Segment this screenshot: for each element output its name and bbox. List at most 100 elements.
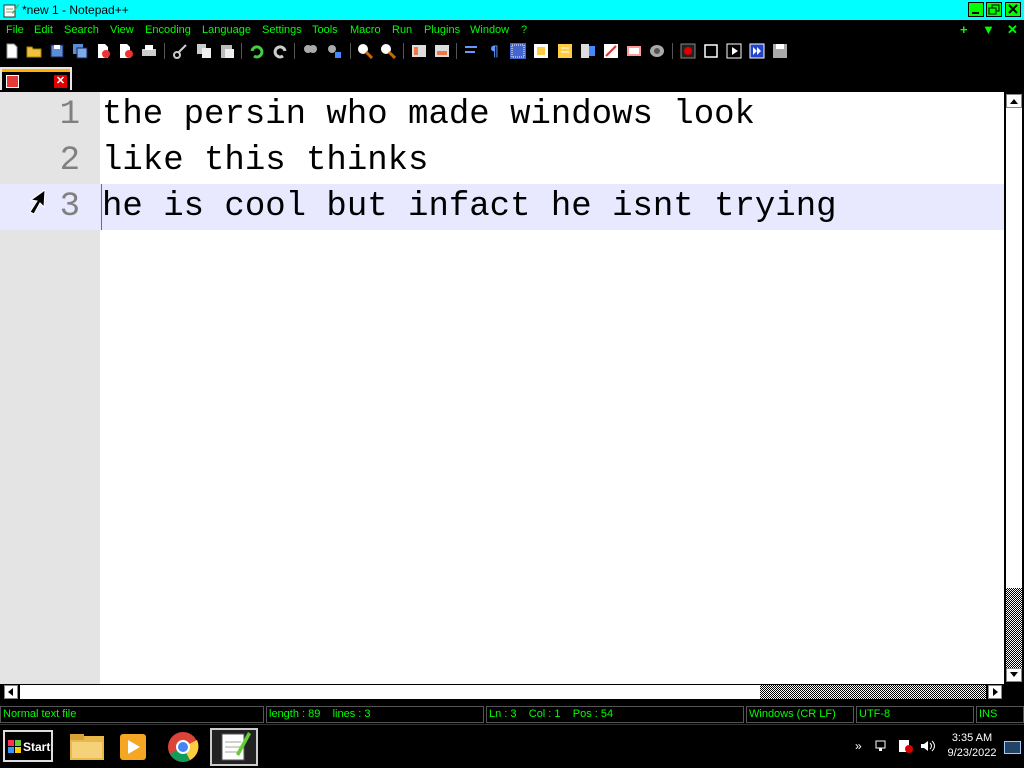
menu-file[interactable]: File xyxy=(6,24,24,36)
menu-window[interactable]: Window xyxy=(470,24,509,36)
scroll-right-button[interactable] xyxy=(988,685,1002,699)
save-all-icon[interactable] xyxy=(72,43,88,59)
show-all-chars-icon[interactable]: ¶ xyxy=(487,43,503,59)
toolbar-separator xyxy=(294,43,295,59)
editor-line-current[interactable]: 3 he is cool but infact he isnt trying xyxy=(0,184,1004,230)
menu-help[interactable]: ? xyxy=(521,24,527,36)
window-title: *new 1 - Notepad++ xyxy=(22,3,129,17)
vertical-scrollbar[interactable] xyxy=(1004,92,1024,684)
line-number: 1 xyxy=(59,96,80,134)
menu-language[interactable]: Language xyxy=(202,24,251,36)
tab-list-dropdown[interactable]: ▼ xyxy=(982,22,995,37)
text-caret xyxy=(101,184,102,230)
action-center-icon[interactable] xyxy=(898,739,914,753)
zoom-out-icon[interactable] xyxy=(380,43,396,59)
scroll-thumb[interactable] xyxy=(1006,588,1022,668)
status-encoding[interactable]: UTF-8 xyxy=(856,706,974,723)
tray-expand-button[interactable]: » xyxy=(855,739,862,753)
zoom-in-icon[interactable] xyxy=(357,43,373,59)
show-desktop-button[interactable] xyxy=(1004,741,1021,754)
chrome-icon[interactable] xyxy=(160,728,206,766)
status-eol[interactable]: Windows (CR LF) xyxy=(746,706,854,723)
menu-edit[interactable]: Edit xyxy=(34,24,53,36)
sync-horizontal-icon[interactable] xyxy=(434,43,450,59)
status-insert-mode[interactable]: INS xyxy=(976,706,1024,723)
copy-icon[interactable] xyxy=(196,43,212,59)
word-wrap-icon[interactable] xyxy=(464,43,480,59)
open-file-icon[interactable] xyxy=(26,43,42,59)
sync-vertical-icon[interactable] xyxy=(411,43,427,59)
tab-close-icon[interactable]: ✕ xyxy=(54,75,67,88)
menu-tools[interactable]: Tools xyxy=(312,24,338,36)
menu-encoding[interactable]: Encoding xyxy=(145,24,191,36)
minimize-icon xyxy=(972,12,979,14)
editor-line[interactable]: 2 like this thinks xyxy=(0,138,1004,184)
notepad-plus-plus-icon xyxy=(3,4,19,18)
media-player-icon[interactable] xyxy=(110,728,156,766)
find-icon[interactable] xyxy=(302,43,318,59)
indent-guide-icon[interactable] xyxy=(510,43,526,59)
line-text[interactable]: he is cool but infact he isnt trying xyxy=(102,184,837,230)
record-macro-icon[interactable] xyxy=(680,43,696,59)
file-explorer-icon[interactable] xyxy=(64,728,110,766)
close-window-button[interactable] xyxy=(1005,2,1021,17)
language-icon[interactable] xyxy=(533,43,549,59)
line-text[interactable]: the persin who made windows look xyxy=(102,92,755,138)
system-clock[interactable]: 3:35 AM 9/23/2022 xyxy=(940,731,1004,761)
menu-view[interactable]: View xyxy=(110,24,134,36)
menu-run[interactable]: Run xyxy=(392,24,412,36)
save-icon[interactable] xyxy=(49,43,65,59)
close-document-button[interactable]: ✕ xyxy=(1007,22,1018,38)
arrow-left-icon xyxy=(8,688,13,696)
add-tab-button[interactable]: + xyxy=(960,22,968,37)
tab-bar: ✕ xyxy=(0,64,1024,90)
notepad-plus-plus-task[interactable] xyxy=(210,728,258,766)
menu-search[interactable]: Search xyxy=(64,24,99,36)
menu-macro[interactable]: Macro xyxy=(350,24,381,36)
title-bar: *new 1 - Notepad++ xyxy=(0,0,1024,20)
close-icon xyxy=(1008,4,1018,14)
close-file-icon[interactable] xyxy=(95,43,111,59)
print-icon[interactable] xyxy=(141,43,157,59)
play-macro-icon[interactable] xyxy=(726,43,742,59)
restore-icon xyxy=(988,4,1000,15)
paste-icon[interactable] xyxy=(219,43,235,59)
tab-new-1[interactable]: ✕ xyxy=(0,67,72,90)
horizontal-scrollbar[interactable] xyxy=(0,684,1004,700)
arrow-down-icon xyxy=(1010,672,1018,677)
volume-icon[interactable] xyxy=(920,739,936,753)
monitoring-icon[interactable] xyxy=(649,43,665,59)
scroll-thumb[interactable] xyxy=(760,685,986,699)
stop-macro-icon[interactable] xyxy=(703,43,719,59)
minimize-button[interactable] xyxy=(968,2,984,17)
line-text[interactable]: like this thinks xyxy=(102,138,428,184)
doc-list-icon[interactable] xyxy=(626,43,642,59)
editor-line[interactable]: 1 the persin who made windows look xyxy=(0,92,1004,138)
editor-area[interactable]: 1 the persin who made windows look 2 lik… xyxy=(0,92,1004,684)
scroll-up-button[interactable] xyxy=(1006,94,1022,108)
save-macro-icon[interactable] xyxy=(772,43,788,59)
run-macro-multiple-icon[interactable] xyxy=(749,43,765,59)
menu-plugins[interactable]: Plugins xyxy=(424,24,460,36)
folder-as-workspace-icon[interactable] xyxy=(580,43,596,59)
clock-date: 9/23/2022 xyxy=(947,747,997,759)
scroll-track[interactable] xyxy=(20,685,986,699)
clock-time: 3:35 AM xyxy=(951,732,993,744)
redo-icon[interactable] xyxy=(272,43,288,59)
doc-map-icon[interactable] xyxy=(603,43,619,59)
menu-settings[interactable]: Settings xyxy=(262,24,302,36)
scroll-left-button[interactable] xyxy=(4,685,18,699)
restore-button[interactable] xyxy=(986,2,1002,17)
scroll-down-button[interactable] xyxy=(1006,668,1022,682)
scroll-track[interactable] xyxy=(1006,108,1022,668)
toolbar-separator xyxy=(164,43,165,59)
close-all-icon[interactable] xyxy=(118,43,134,59)
cut-icon[interactable] xyxy=(173,43,189,59)
function-list-icon[interactable] xyxy=(557,43,573,59)
start-button[interactable]: Start xyxy=(3,730,53,762)
new-file-icon[interactable] xyxy=(4,43,20,59)
network-icon[interactable] xyxy=(874,739,890,753)
start-label: Start xyxy=(23,740,51,754)
replace-icon[interactable] xyxy=(326,43,342,59)
undo-icon[interactable] xyxy=(249,43,265,59)
